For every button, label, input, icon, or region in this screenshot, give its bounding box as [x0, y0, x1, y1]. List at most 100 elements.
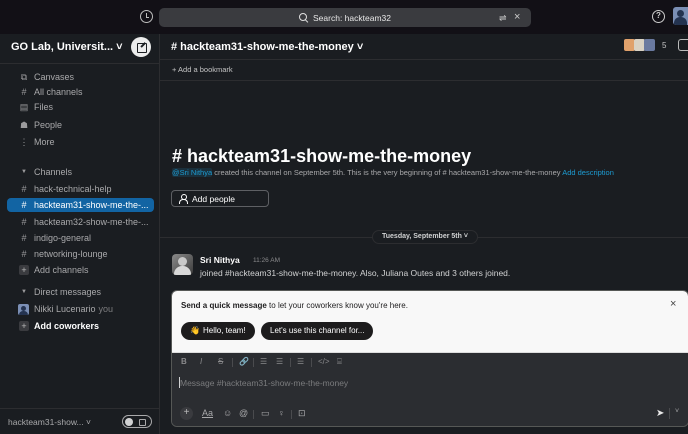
- sidebar-item-canvases[interactable]: ⧉ Canvases: [0, 70, 160, 84]
- microphone-icon[interactable]: ♀: [278, 408, 285, 418]
- divider: [253, 410, 254, 419]
- channels-section-header[interactable]: ▼ Channels: [0, 165, 160, 179]
- message-input[interactable]: Message #hackteam31-show-me-the-money: [172, 372, 688, 400]
- formatting-toggle-icon[interactable]: Aa: [202, 408, 213, 418]
- hash-icon: #: [21, 184, 27, 194]
- channel-label: networking-lounge: [34, 249, 108, 259]
- add-channels-button[interactable]: + Add channels: [0, 263, 160, 277]
- sidebar: GO Lab, Universit... ˅ ⧉ Canvases # All …: [0, 34, 160, 434]
- sidebar-channel-indigo-general[interactable]: # indigo-general: [0, 231, 160, 245]
- close-icon[interactable]: ×: [670, 298, 676, 310]
- video-clip-icon[interactable]: ▭: [261, 408, 270, 419]
- dm-label: Nikki Lucenario you: [34, 302, 113, 316]
- sidebar-item-more[interactable]: ⋮ More: [0, 135, 160, 149]
- shortcuts-icon[interactable]: ⊡: [298, 408, 306, 419]
- attach-icon[interactable]: +: [180, 407, 193, 420]
- wave-icon: 👋: [190, 326, 200, 335]
- dm-section-header[interactable]: ▼ Direct messages: [0, 285, 160, 299]
- channel-label: hack-technical-help: [34, 184, 112, 194]
- more-icon: ⋮: [19, 137, 29, 147]
- channel-title[interactable]: # hackteam31-show-me-the-money ˅: [171, 41, 363, 53]
- canvas-icon: ⧉: [20, 72, 28, 82]
- hash-icon: #: [21, 217, 27, 227]
- sidebar-item-files[interactable]: ▤ Files: [0, 100, 160, 114]
- message-timestamp[interactable]: 11:26 AM: [253, 257, 280, 264]
- use-channel-chip[interactable]: Let's use this channel for...: [261, 322, 374, 340]
- add-people-label: Add people: [192, 193, 236, 204]
- hello-team-chip[interactable]: 👋 Hello, team!: [181, 322, 255, 340]
- add-coworkers-button[interactable]: + Add coworkers: [0, 319, 160, 333]
- prompt-rest: to let your coworkers know you're here.: [266, 301, 408, 310]
- sidebar-footer: hackteam31-show... ˅: [0, 408, 160, 434]
- search-bar[interactable]: Search: hackteam32 ⇌ ×: [159, 8, 531, 27]
- channel-label: hackteam32-show-me-the-...: [34, 217, 149, 227]
- files-icon: ▤: [19, 102, 29, 112]
- message-composer: Send a quick message to let your coworke…: [171, 290, 688, 427]
- member-avatars[interactable]: 5: [624, 39, 666, 53]
- sidebar-channel-hackteam32[interactable]: # hackteam32-show-me-the-...: [0, 215, 160, 229]
- divider: [291, 410, 292, 419]
- sidebar-channel-hackteam31[interactable]: # hackteam31-show-me-the-...: [7, 198, 154, 212]
- add-description-link[interactable]: Add description: [562, 168, 614, 177]
- avatar: [644, 39, 655, 51]
- person-add-icon: [179, 194, 188, 204]
- sidebar-dm-nikki[interactable]: Nikki Lucenario you: [0, 302, 160, 316]
- channel-label: hackteam31-show-me-the-...: [34, 200, 149, 210]
- dm-user-name: Nikki Lucenario: [34, 304, 96, 314]
- sidebar-channel-hack-technical-help[interactable]: # hack-technical-help: [0, 182, 160, 196]
- hash-search-icon: #: [21, 87, 27, 97]
- top-bar: Search: hackteam32 ⇌ × ?: [0, 0, 688, 34]
- link-icon[interactable]: 🔗: [239, 357, 249, 366]
- history-icon[interactable]: [140, 10, 153, 23]
- sidebar-item-label: Canvases: [34, 72, 75, 82]
- italic-icon[interactable]: I: [200, 357, 202, 366]
- avatar: [18, 304, 29, 315]
- section-label: Direct messages: [34, 287, 102, 297]
- huddle-channel-label[interactable]: hackteam31-show... ˅: [8, 417, 91, 427]
- channel-view: # hackteam31-show-me-the-money ˅ 5 + Add…: [160, 34, 688, 434]
- add-people-button[interactable]: Add people: [171, 190, 269, 207]
- emoji-icon[interactable]: ☺: [223, 408, 232, 418]
- sidebar-item-all-channels[interactable]: # All channels: [0, 85, 160, 99]
- people-icon: ☗: [19, 120, 29, 130]
- avatar[interactable]: [172, 254, 193, 275]
- huddle-toggle[interactable]: [122, 415, 152, 428]
- workspace-name[interactable]: GO Lab, Universit... ˅: [11, 41, 123, 53]
- code-block-icon[interactable]: ⌸: [337, 357, 342, 367]
- bold-icon[interactable]: B: [181, 357, 187, 366]
- chip-label: Let's use this channel for...: [270, 326, 365, 335]
- strikethrough-icon[interactable]: S: [218, 357, 223, 366]
- message-placeholder: Message #hackteam31-show-me-the-money: [180, 378, 349, 388]
- code-icon[interactable]: </>: [318, 357, 330, 366]
- quote-icon[interactable]: ☰: [297, 357, 304, 366]
- chevron-down-icon[interactable]: ˅: [675, 408, 679, 415]
- add-bookmark-button[interactable]: + Add a bookmark: [172, 65, 233, 74]
- close-icon[interactable]: ×: [514, 11, 520, 23]
- composer-actions: + Aa ☺ @ ▭ ♀ ⊡ ➤ ˅: [172, 400, 688, 426]
- help-icon[interactable]: ?: [652, 10, 665, 23]
- search-icon: [299, 13, 308, 22]
- section-label: Channels: [34, 167, 73, 177]
- mention-icon[interactable]: @: [239, 408, 248, 418]
- channel-intro-title: # hackteam31-show-me-the-money: [172, 146, 472, 166]
- headphones-icon[interactable]: [678, 39, 688, 51]
- numbered-list-icon[interactable]: ☰: [260, 357, 267, 366]
- divider: [669, 408, 670, 419]
- channel-header: # hackteam31-show-me-the-money ˅ 5: [160, 34, 688, 60]
- send-icon[interactable]: ➤: [656, 408, 664, 419]
- bulleted-list-icon[interactable]: ☰: [276, 357, 283, 366]
- channel-intro-description: @Sri Nithya created this channel on Sept…: [172, 168, 614, 177]
- date-divider[interactable]: Tuesday, September 5th ˅: [372, 230, 478, 244]
- compose-icon[interactable]: [131, 37, 151, 57]
- hash-icon: #: [21, 249, 27, 259]
- user-mention[interactable]: @Sri Nithya: [172, 168, 213, 177]
- plus-icon: +: [19, 321, 29, 331]
- sidebar-item-label: More: [34, 137, 55, 147]
- sidebar-channel-networking-lounge[interactable]: # networking-lounge: [0, 247, 160, 261]
- sidebar-item-label: Files: [34, 102, 54, 112]
- filter-icon[interactable]: ⇌: [499, 13, 507, 24]
- user-avatar[interactable]: [673, 7, 688, 25]
- message-author[interactable]: Sri Nithya: [200, 255, 240, 265]
- divider: [253, 358, 254, 367]
- sidebar-item-people[interactable]: ☗ People: [0, 118, 160, 132]
